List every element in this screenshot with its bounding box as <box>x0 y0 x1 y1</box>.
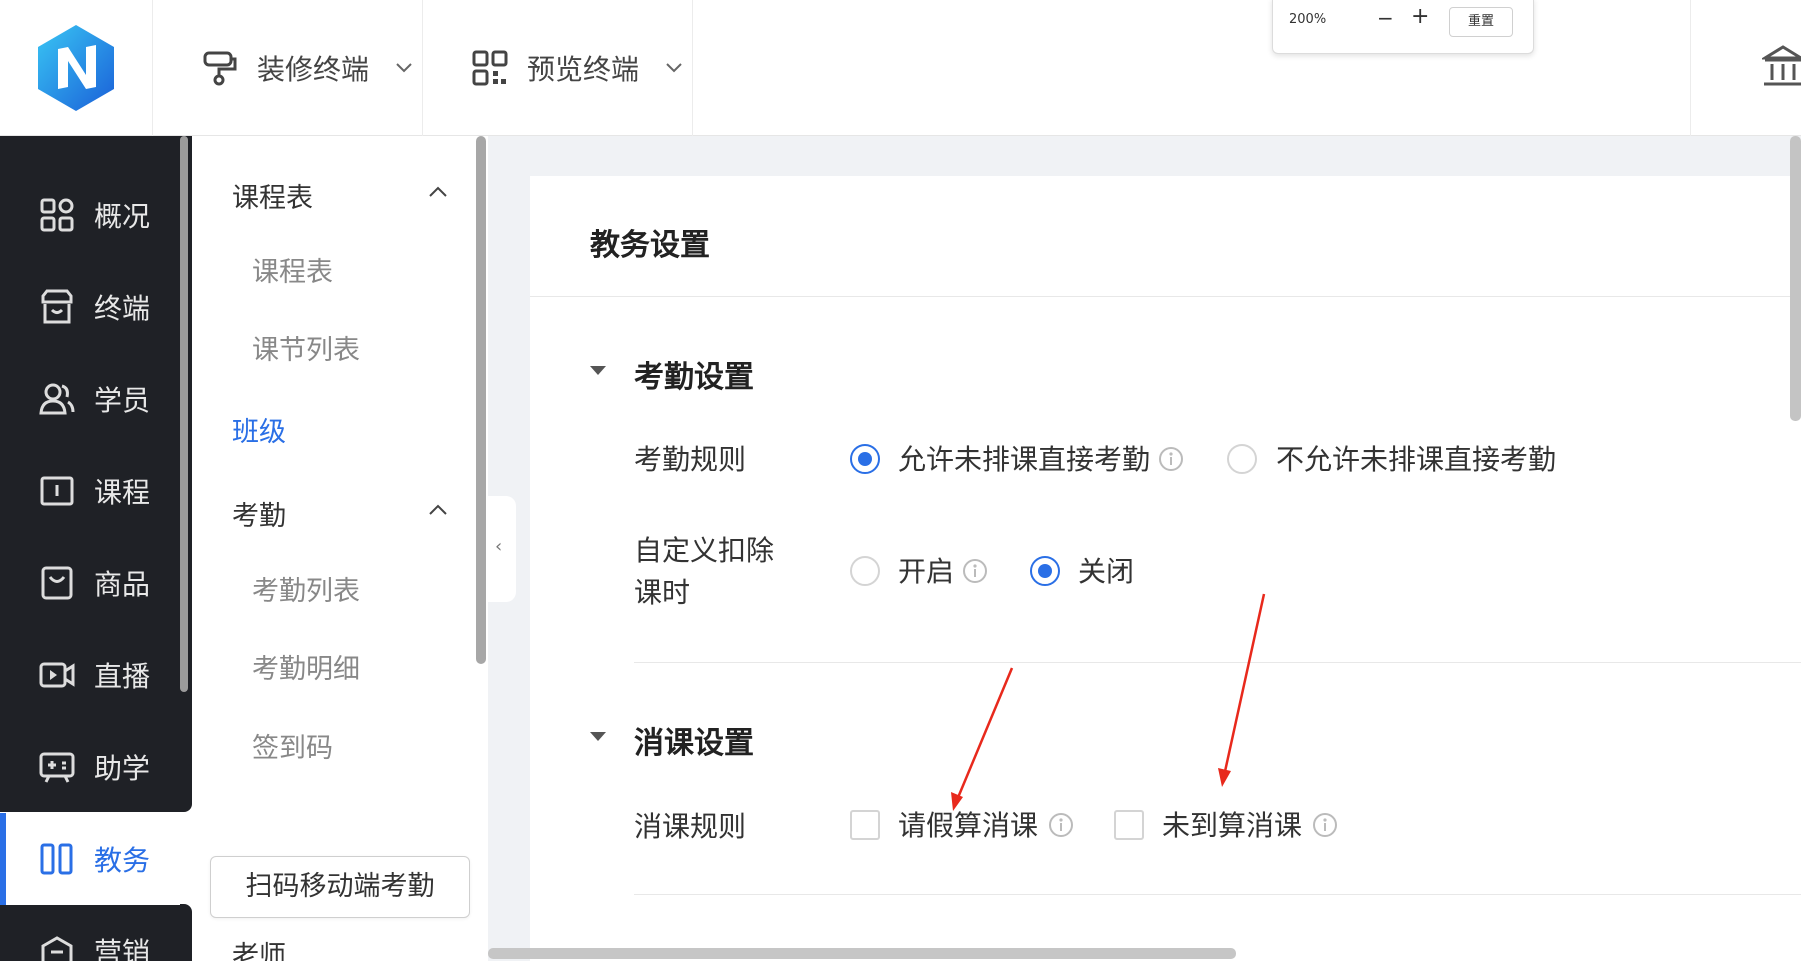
menu-preview-terminal[interactable]: 预览终端 <box>423 0 693 136</box>
subnav-group-attendance[interactable]: 考勤 <box>232 494 286 533</box>
sidebar-item-products[interactable]: 商品 <box>0 537 180 629</box>
sidebar-item-label: 直播 <box>94 660 151 693</box>
divider <box>1690 0 1691 136</box>
store-icon <box>41 289 73 324</box>
subnav-group-teacher[interactable]: 老师 <box>232 934 286 961</box>
radio-disallow-unscheduled[interactable] <box>1227 444 1257 474</box>
subnav-item-attendance-list[interactable]: 考勤列表 <box>252 569 360 608</box>
option-label[interactable]: 开启 <box>898 552 954 592</box>
subnav-item-class[interactable]: 班级 <box>232 410 286 449</box>
zoom-out-button[interactable]: − <box>1377 8 1394 28</box>
option-label[interactable]: 请假算消课 <box>898 806 1038 846</box>
institution-icon[interactable] <box>1762 44 1801 88</box>
sidebar-item-live[interactable]: 直播 <box>0 629 180 721</box>
sidebar-item-students[interactable]: 学员 <box>0 353 180 445</box>
shopping-bag-icon <box>41 566 73 600</box>
dashboard-icon <box>40 198 74 232</box>
columns-icon <box>40 843 73 875</box>
secondary-nav: 课程表 课程表 课节列表 班级 考勤 考勤列表 考勤明细 签到码 扫码移动端考勤… <box>192 136 488 961</box>
page-title: 教务设置 <box>590 228 710 263</box>
divider <box>634 662 1801 663</box>
zoom-reset-button[interactable]: 重置 <box>1449 7 1513 37</box>
zoom-in-button[interactable]: + <box>1411 6 1429 28</box>
chevron-up-icon[interactable] <box>428 504 448 516</box>
settings-card: 教务设置 考勤设置 考勤规则 允许未排课直接考勤 不允许未排课直接考勤 自定义扣… <box>530 176 1801 961</box>
sidebar-item-overview[interactable]: 概况 <box>0 169 180 261</box>
marketing-icon <box>41 936 73 961</box>
caret-down-icon[interactable] <box>590 366 606 375</box>
checkbox-absent-counts[interactable] <box>1114 810 1144 840</box>
subnav-item-signin-code[interactable]: 签到码 <box>252 726 333 765</box>
menu-label: 预览终端 <box>527 53 640 86</box>
checkbox-leave-counts[interactable] <box>850 810 880 840</box>
sidebar-item-academic[interactable]: 教务 <box>0 813 180 905</box>
info-icon[interactable] <box>1158 446 1184 472</box>
video-icon <box>39 662 75 688</box>
subnav-scrollbar[interactable] <box>476 136 486 664</box>
zoom-control: 200% − + 重置 <box>1272 0 1534 54</box>
subnav-group-schedule[interactable]: 课程表 <box>232 176 313 215</box>
attendance-rule-label: 考勤规则 <box>634 443 747 476</box>
custom-deduct-label: 自定义扣除 课时 <box>634 530 774 614</box>
info-icon[interactable] <box>1312 812 1338 838</box>
radio-deduct-on[interactable] <box>850 556 880 586</box>
consume-rule-label: 消课规则 <box>634 810 747 843</box>
paint-roller-icon <box>203 51 237 86</box>
main-sidebar: 概况 终端 学员 课程 商品 直播 助学 教务 营销 <box>0 136 192 961</box>
top-bar: 装修终端 预览终端 200% − + 重置 <box>0 0 1801 136</box>
sidebar-item-label: 终端 <box>94 292 151 325</box>
collapse-sidebar-toggle[interactable]: ‹ <box>488 496 516 602</box>
info-icon[interactable] <box>962 558 988 584</box>
label-line: 自定义扣除 <box>634 534 775 567</box>
option-label[interactable]: 不允许未排课直接考勤 <box>1276 440 1556 480</box>
sidebar-item-label: 学员 <box>94 384 151 417</box>
radio-deduct-off[interactable] <box>1030 556 1060 586</box>
option-label[interactable]: 允许未排课直接考勤 <box>898 440 1150 480</box>
sidebar-item-label: 商品 <box>94 568 151 601</box>
sidebar-item-label: 概况 <box>94 200 151 233</box>
sidebar-item-assist[interactable]: 助学 <box>0 721 180 813</box>
radio-allow-unscheduled[interactable] <box>850 444 880 474</box>
menu-label: 装修终端 <box>257 53 370 86</box>
users-icon <box>39 383 75 415</box>
subnav-item-lesson-list[interactable]: 课节列表 <box>252 328 360 367</box>
chevron-up-icon[interactable] <box>428 186 448 198</box>
app-logo <box>38 25 114 111</box>
info-icon[interactable] <box>1048 812 1074 838</box>
section-title-attendance[interactable]: 考勤设置 <box>634 352 754 396</box>
subnav-item-attendance-detail[interactable]: 考勤明细 <box>252 647 360 686</box>
chevron-down-icon <box>396 63 412 73</box>
subnav-item-schedule[interactable]: 课程表 <box>252 250 333 289</box>
sidebar-item-label: 助学 <box>94 752 151 785</box>
sidebar-item-label: 课程 <box>94 476 151 509</box>
option-label[interactable]: 未到算消课 <box>1162 806 1302 846</box>
logo-cell[interactable] <box>0 0 153 136</box>
sidebar-item-courses[interactable]: 课程 <box>0 445 180 537</box>
label-line: 课时 <box>634 576 691 609</box>
scan-mobile-attendance-button[interactable]: 扫码移动端考勤 <box>210 856 470 918</box>
active-indicator <box>0 813 6 905</box>
divider <box>634 894 1801 895</box>
assist-icon <box>39 752 75 783</box>
divider <box>530 296 1801 297</box>
sidebar-item-label: 营销 <box>94 936 151 961</box>
book-icon <box>40 476 74 506</box>
caret-down-icon[interactable] <box>590 732 606 741</box>
qr-code-icon <box>472 50 508 86</box>
sidebar-scrollbar[interactable] <box>180 136 188 692</box>
sidebar-item-label: 教务 <box>94 844 151 877</box>
section-title-consume[interactable]: 消课设置 <box>634 718 754 762</box>
page-vertical-scrollbar[interactable] <box>1790 136 1801 421</box>
option-label[interactable]: 关闭 <box>1078 552 1134 592</box>
zoom-percent: 200% <box>1289 12 1327 27</box>
sidebar-item-terminal[interactable]: 终端 <box>0 261 180 353</box>
sidebar-item-marketing[interactable]: 营销 <box>0 905 180 961</box>
chevron-down-icon <box>666 63 682 73</box>
menu-decorate-terminal[interactable]: 装修终端 <box>153 0 423 136</box>
chevron-left-icon: ‹ <box>495 536 503 557</box>
page-horizontal-scrollbar[interactable] <box>488 948 1236 959</box>
